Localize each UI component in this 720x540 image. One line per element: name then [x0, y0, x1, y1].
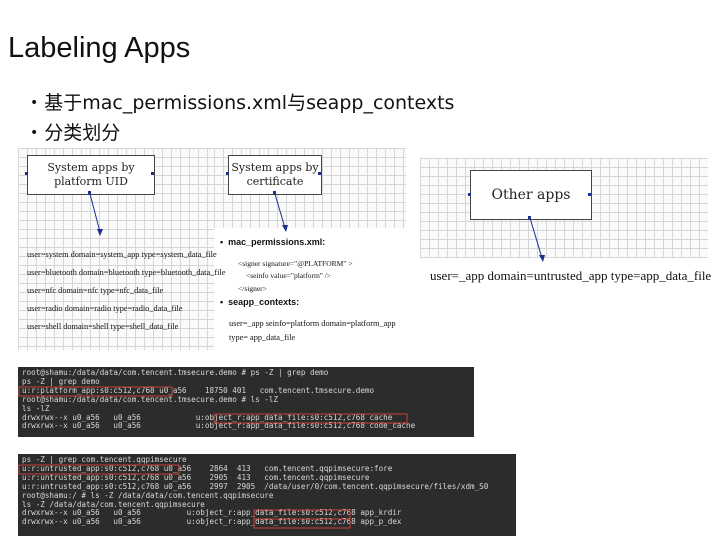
box-system-apps-platform-uid: System apps by platform UID — [27, 155, 155, 195]
terminal-window-1: root@shamu:/data/data/com.tencent.tmsecu… — [18, 367, 474, 437]
bullet-1: • 基于mac_permissions.xml与seapp_contexts — [30, 88, 454, 115]
bullet-2: • 分类划分 — [30, 118, 120, 145]
mac-perm-line: <seinfo value="platform" /> — [246, 271, 332, 280]
bullet-text-2: 分类划分 — [44, 122, 121, 144]
uid-rule: user=nfc domain=nfc type=nfc_data_file — [27, 286, 164, 295]
handle-icon — [318, 172, 321, 175]
mac-perm-line: <signer signature="@PLATFORM" > — [238, 259, 353, 268]
bullet-text-1: 基于mac_permissions.xml与seapp_contexts — [44, 92, 455, 114]
terminal-line: drwxrwx--x u0_a56 u0_a56 u:object_r:app_… — [22, 517, 402, 527]
box-line: System apps by — [231, 161, 319, 174]
handle-icon — [588, 193, 591, 196]
handle-icon — [528, 216, 531, 219]
handle-icon — [88, 191, 91, 194]
handle-icon — [151, 172, 154, 175]
handle-icon — [273, 191, 276, 194]
handle-icon — [468, 193, 471, 196]
uid-rule: user=bluetooth domain=bluetooth type=blu… — [27, 268, 226, 277]
slide-title: Labeling Apps — [8, 32, 191, 64]
seapp-line: user=_app seinfo=platform domain=platfor… — [229, 319, 396, 328]
uid-rule: user=radio domain=radio type=radio_data_… — [27, 304, 183, 313]
mac-permissions-label: • mac_permissions.xml: — [220, 237, 326, 247]
terminal-line: root@shamu:/data/data/com.tencent.tmsecu… — [22, 394, 279, 404]
box-system-apps-certificate: System apps by certificate — [228, 155, 322, 195]
seapp-contexts-text: seapp_contexts: — [228, 297, 300, 307]
seapp-contexts-label: • seapp_contexts: — [220, 297, 300, 307]
uid-rule: user=system domain=system_app type=syste… — [27, 250, 217, 259]
mac-permissions-text: mac_permissions.xml: — [228, 237, 326, 247]
box-line: platform UID — [54, 175, 128, 188]
mac-perm-line: </signer> — [238, 284, 267, 293]
seapp-line: type= app_data_file — [229, 333, 296, 342]
handle-icon — [25, 172, 28, 175]
other-apps-rule: user=_app domain=untrusted_app type=app_… — [430, 268, 712, 283]
terminal-line: drwxrwx--x u0_a56 u0_a56 u:object_r:app_… — [22, 421, 416, 431]
handle-icon — [226, 172, 229, 175]
bullet-dot-icon: • — [30, 95, 39, 111]
uid-rule: user=shell domain=shell type=shell_data_… — [27, 322, 179, 331]
bullet-dot-icon: • — [30, 125, 39, 141]
box-other-apps: Other apps — [470, 170, 592, 220]
box-line: certificate — [246, 175, 304, 188]
terminal-window-2: ps -Z | grep com.tencent.qqpimsecure u:r… — [18, 454, 516, 536]
slide: Labeling Apps • 基于mac_permissions.xml与sea… — [0, 0, 720, 540]
box-line: System apps by — [47, 161, 135, 174]
